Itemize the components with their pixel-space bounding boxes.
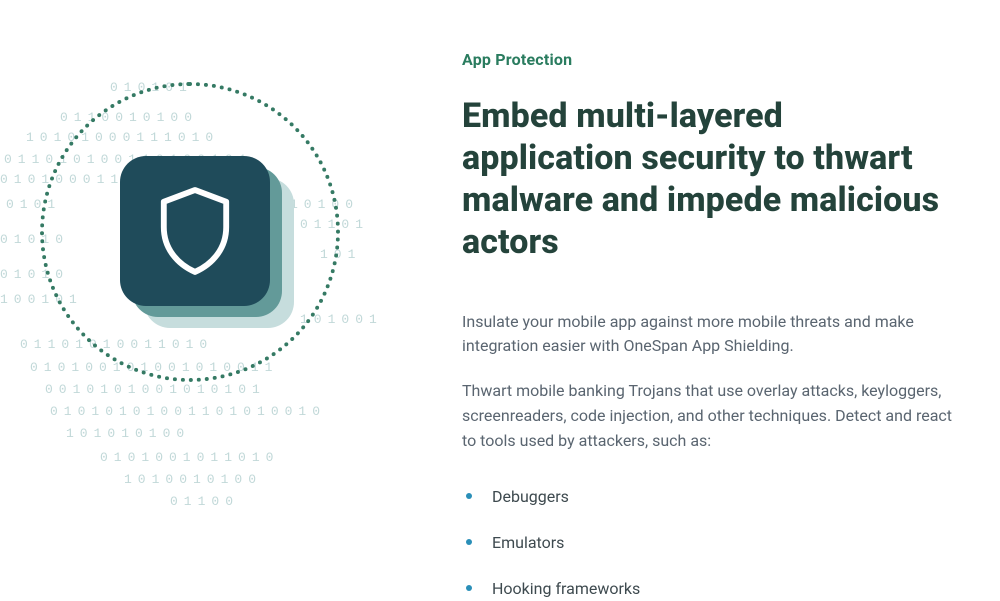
list-item: Debuggers (462, 474, 962, 520)
list-item: Hooking frameworks (462, 566, 962, 601)
binary-row: 1010010100 (124, 470, 262, 490)
binary-row: 0101001011010 (100, 448, 279, 468)
binary-row: 101010100 (66, 424, 190, 444)
binary-row: 01010101001101010010 (50, 402, 326, 422)
shield-icon (156, 186, 234, 276)
hero-section: 010101 0110010100 10101000111010 0110101… (0, 0, 1000, 601)
binary-row: 0010101001010101 (45, 380, 266, 400)
stack-card-front (120, 156, 270, 306)
feature-list: Debuggers Emulators Hooking frameworks A… (462, 474, 962, 601)
illustration-canvas: 010101 0110010100 10101000111010 0110101… (0, 0, 460, 601)
headline: Embed multi-layered application security… (462, 95, 962, 264)
eyebrow: App Protection (462, 50, 962, 69)
illustration: 010101 0110010100 10101000111010 0110101… (0, 0, 460, 601)
intro-para-2: Thwart mobile banking Trojans that use o… (462, 379, 962, 453)
binary-row: 01100 (170, 492, 239, 512)
list-item: Emulators (462, 520, 962, 566)
content: App Protection Embed multi-layered appli… (460, 0, 1000, 601)
intro-para-1: Insulate your mobile app against more mo… (462, 310, 962, 360)
